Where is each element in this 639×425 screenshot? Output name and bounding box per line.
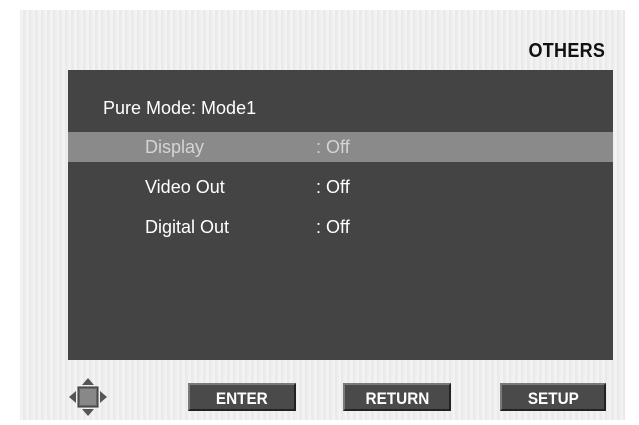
menu-row-value: : Off [316, 217, 350, 238]
pure-mode-label: Pure Mode: Mode1 [103, 98, 257, 118]
menu-row-display[interactable]: Display : Off [68, 132, 613, 162]
menu-row-value: : Off [316, 177, 350, 198]
menu-row-label: Digital Out [145, 217, 230, 237]
settings-panel: Pure Mode: Mode1 Display : Off Video Out… [68, 70, 613, 360]
menu-row-separator: : [316, 137, 322, 157]
menu-row-value-text: Off [326, 137, 350, 157]
return-button[interactable]: RETURN [343, 383, 451, 411]
setup-button[interactable]: SETUP [500, 383, 606, 411]
menu-row-label: Video Out [145, 177, 225, 197]
menu-row-separator: : [316, 217, 322, 237]
menu-row-value-text: Off [326, 177, 350, 197]
osd-screen: OTHERS Pure Mode: Mode1 Display : Off Vi… [20, 10, 625, 420]
button-bar: ENTER RETURN SETUP [20, 372, 625, 420]
enter-button-label: ENTER [216, 389, 268, 408]
menu-row-value-text: Off [326, 217, 350, 237]
enter-button[interactable]: ENTER [188, 383, 296, 411]
return-button-label: RETURN [365, 389, 429, 408]
menu-row-video-out[interactable]: Video Out : Off [68, 172, 613, 202]
setup-button-label: SETUP [527, 389, 579, 408]
section-title: OTHERS [528, 40, 605, 62]
menu-row-label: Display [145, 137, 205, 157]
menu-row-digital-out[interactable]: Digital Out : Off [68, 212, 613, 242]
menu-row-separator: : [316, 177, 322, 197]
direction-pad-icon [69, 378, 107, 416]
menu-row-value: : Off [316, 137, 350, 158]
